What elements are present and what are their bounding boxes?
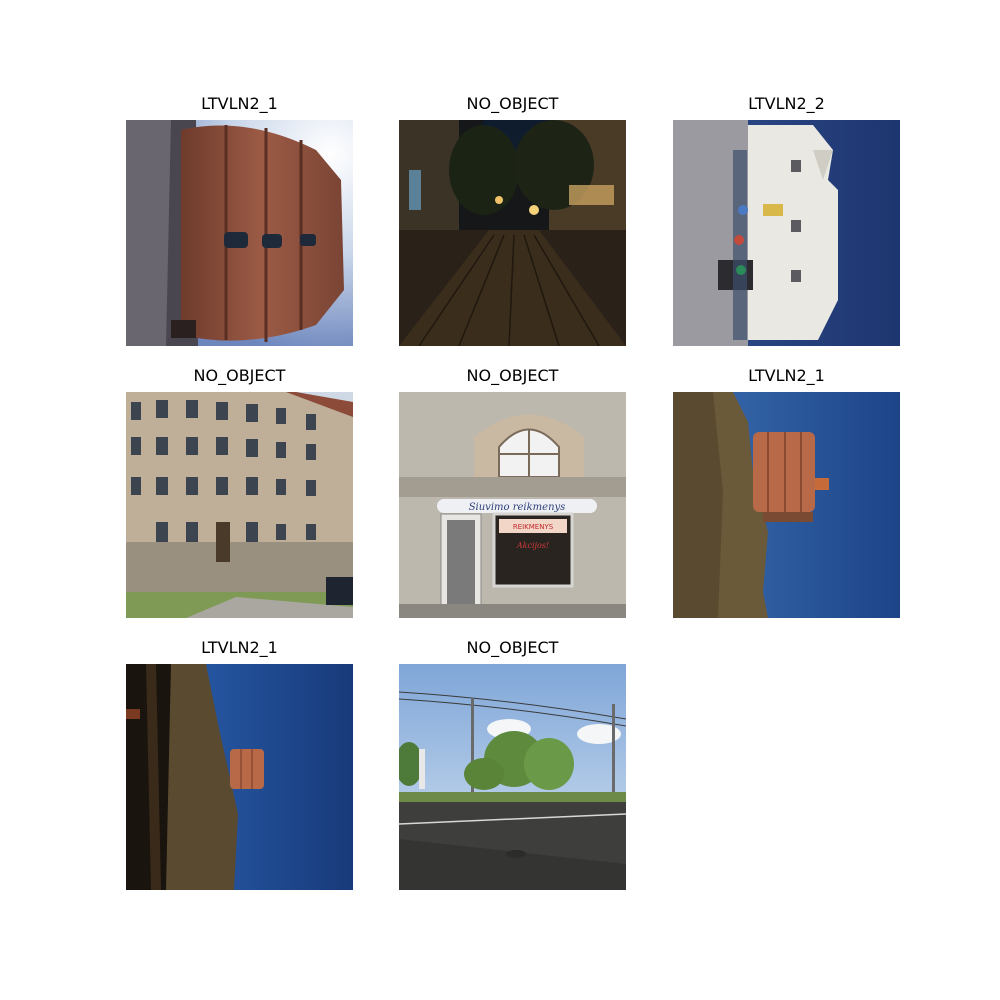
cell-title: NO_OBJECT (466, 638, 559, 657)
cell-title: LTVLN2_1 (748, 366, 825, 385)
photo-rotated-tower-on-hill (673, 392, 900, 618)
photo-rotated-tower-distance (126, 664, 353, 890)
photo-night-street (399, 120, 626, 346)
cell-title: LTVLN2_2 (748, 94, 825, 113)
cell-title: NO_OBJECT (466, 94, 559, 113)
photo-apartment-building (126, 392, 353, 618)
photo-rotated-white-building-crowd (673, 120, 900, 346)
photo-shop-front: Siuvimo reikmenys REIKMENYS Akcijos! (399, 392, 626, 618)
shop-sign-text: Siuvimo reikmenys (469, 502, 566, 513)
shop-window-promo: Akcijos! (516, 541, 549, 550)
photo-rotated-red-brick-tower (126, 120, 353, 346)
cell-title: LTVLN2_1 (201, 94, 278, 113)
cell-title: NO_OBJECT (466, 366, 559, 385)
cell-title: NO_OBJECT (193, 366, 286, 385)
shop-window-text: REIKMENYS (513, 523, 554, 531)
cell-title: LTVLN2_1 (201, 638, 278, 657)
photo-street-trees (399, 664, 626, 890)
